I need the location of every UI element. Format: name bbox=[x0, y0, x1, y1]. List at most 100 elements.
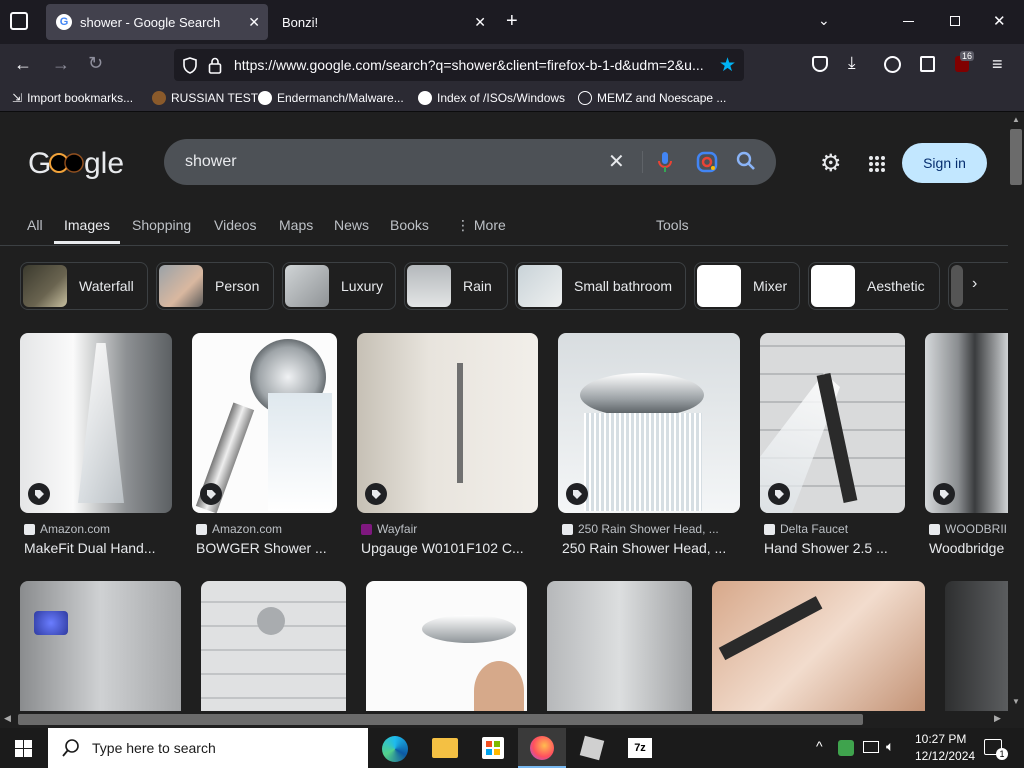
menu-icon[interactable]: ≡ bbox=[992, 54, 1003, 75]
search-box[interactable]: shower ✕ bbox=[164, 139, 776, 185]
edge-icon[interactable] bbox=[382, 736, 408, 762]
lock-icon[interactable] bbox=[208, 57, 222, 74]
scrollbar-thumb[interactable] bbox=[18, 714, 863, 725]
tab-maps[interactable]: Maps bbox=[279, 217, 313, 233]
7zip-icon[interactable]: 7z bbox=[628, 738, 652, 758]
result-title[interactable]: MakeFit Dual Hand... bbox=[24, 540, 172, 556]
chip-rain[interactable]: Rain bbox=[404, 262, 508, 310]
firefox-icon[interactable] bbox=[518, 728, 566, 768]
bookmark-russian-test[interactable]: RUSSIAN TEST bbox=[152, 91, 258, 105]
result-title[interactable]: BOWGER Shower ... bbox=[196, 540, 337, 556]
scroll-up-icon[interactable]: ▲ bbox=[1012, 115, 1020, 124]
bookmark-isos[interactable]: Index of /ISOs/Windows bbox=[418, 91, 565, 105]
network-icon[interactable] bbox=[863, 741, 879, 753]
chip-next-partial[interactable] bbox=[948, 262, 1008, 310]
chip-aesthetic[interactable]: Aesthetic bbox=[808, 262, 940, 310]
tab-overview-icon[interactable] bbox=[10, 12, 28, 30]
image-result[interactable]: Delta Faucet Hand Shower 2.5 ... bbox=[760, 333, 905, 559]
tray-app-icon[interactable] bbox=[838, 740, 854, 756]
result-image[interactable] bbox=[357, 333, 538, 513]
bookmark-star-icon[interactable]: ★ bbox=[719, 54, 736, 77]
bookmark-import[interactable]: ⇲ Import bookmarks... bbox=[12, 91, 133, 105]
store-icon[interactable] bbox=[482, 737, 504, 759]
account-icon[interactable] bbox=[884, 56, 901, 73]
image-result[interactable]: 250 Rain Shower Head, ... 250 Rain Showe… bbox=[558, 333, 740, 559]
show-hidden-icons-icon[interactable]: ^ bbox=[816, 738, 823, 754]
close-tab-icon[interactable]: ✕ bbox=[248, 14, 260, 31]
tab-videos[interactable]: Videos bbox=[214, 217, 257, 233]
pocket-icon[interactable] bbox=[812, 56, 828, 72]
result-image[interactable] bbox=[925, 333, 1008, 513]
bookmark-memz[interactable]: MEMZ and Noescape ... bbox=[578, 91, 726, 105]
lens-search-icon[interactable] bbox=[696, 151, 718, 173]
minimize-icon[interactable] bbox=[903, 21, 914, 22]
tab-images[interactable]: Images bbox=[64, 217, 110, 233]
image-result[interactable] bbox=[20, 581, 181, 711]
vertical-scrollbar[interactable]: ▲ ▼ bbox=[1008, 113, 1024, 711]
result-image[interactable] bbox=[20, 333, 172, 513]
chevron-right-icon[interactable]: › bbox=[972, 275, 977, 293]
tab-google-search[interactable]: G shower - Google Search ✕ bbox=[46, 4, 268, 40]
result-image[interactable] bbox=[192, 333, 337, 513]
tab-shopping[interactable]: Shopping bbox=[132, 217, 191, 233]
image-result[interactable]: Wayfair Upgauge W0101F102 C... bbox=[357, 333, 538, 559]
scroll-down-icon[interactable]: ▼ bbox=[1012, 697, 1020, 706]
clock-time[interactable]: 10:27 PM bbox=[915, 732, 966, 746]
reload-icon[interactable]: ↻ bbox=[88, 53, 103, 74]
image-result[interactable]: Amazon.com BOWGER Shower ... bbox=[192, 333, 337, 559]
new-tab-icon[interactable]: + bbox=[506, 10, 518, 33]
horizontal-scrollbar[interactable]: ◀ ▶ bbox=[0, 711, 1024, 728]
taskbar-search-box[interactable]: Type here to search bbox=[48, 728, 368, 768]
tab-bonzi[interactable]: Bonzi! ✕ bbox=[272, 4, 494, 40]
tab-all[interactable]: All bbox=[27, 217, 43, 233]
settings-gear-icon[interactable]: ⚙ bbox=[820, 149, 842, 178]
image-result[interactable]: WOODBRII Woodbridge bbox=[925, 333, 1008, 559]
search-input[interactable]: shower bbox=[185, 153, 237, 171]
result-image[interactable] bbox=[558, 333, 740, 513]
list-all-tabs-icon[interactable]: ⌄ bbox=[818, 12, 830, 29]
result-title[interactable]: Upgauge W0101F102 C... bbox=[361, 540, 538, 556]
image-result[interactable] bbox=[945, 581, 1008, 711]
apps-grid-icon[interactable] bbox=[868, 155, 886, 173]
scroll-right-icon[interactable]: ▶ bbox=[994, 713, 1001, 724]
forward-icon[interactable]: → bbox=[52, 54, 70, 75]
chip-person[interactable]: Person bbox=[156, 262, 274, 310]
image-result[interactable] bbox=[547, 581, 692, 711]
close-window-icon[interactable]: ✕ bbox=[993, 12, 1006, 30]
scrollbar-thumb[interactable] bbox=[1010, 129, 1022, 185]
result-title[interactable]: 250 Rain Shower Head, ... bbox=[562, 540, 740, 556]
result-title[interactable]: Woodbridge bbox=[929, 540, 1008, 556]
tab-more[interactable]: ⋮ More bbox=[456, 217, 506, 234]
tab-news[interactable]: News bbox=[334, 217, 369, 233]
tools-button[interactable]: Tools bbox=[656, 217, 689, 233]
volume-icon[interactable]: 🔈︎ bbox=[886, 738, 894, 755]
extensions-icon[interactable] bbox=[920, 56, 935, 72]
close-tab-icon[interactable]: ✕ bbox=[474, 14, 486, 31]
result-image[interactable] bbox=[760, 333, 905, 513]
windows-start-icon[interactable] bbox=[15, 740, 32, 757]
scroll-left-icon[interactable]: ◀ bbox=[4, 713, 11, 724]
image-result[interactable]: Amazon.com MakeFit Dual Hand... bbox=[20, 333, 172, 559]
chip-luxury[interactable]: Luxury bbox=[282, 262, 396, 310]
tab-books[interactable]: Books bbox=[390, 217, 429, 233]
result-title[interactable]: Hand Shower 2.5 ... bbox=[764, 540, 905, 556]
image-result[interactable] bbox=[201, 581, 346, 711]
url-bar[interactable]: https://www.google.com/search?q=shower&c… bbox=[174, 49, 744, 81]
chip-waterfall[interactable]: Waterfall bbox=[20, 262, 148, 310]
restore-icon[interactable] bbox=[950, 16, 960, 26]
clear-search-icon[interactable]: ✕ bbox=[608, 149, 625, 174]
roblox-icon[interactable] bbox=[579, 735, 605, 761]
downloads-icon[interactable]: ⤓ bbox=[848, 53, 856, 73]
google-doodle-logo[interactable]: G gle bbox=[28, 143, 124, 183]
image-result[interactable] bbox=[366, 581, 527, 711]
search-icon[interactable] bbox=[736, 151, 756, 171]
bookmark-endermanch[interactable]: Endermanch/Malware... bbox=[258, 91, 404, 105]
tracking-shield-icon[interactable] bbox=[182, 57, 198, 74]
clock-date[interactable]: 12/12/2024 bbox=[915, 749, 975, 763]
file-explorer-icon[interactable] bbox=[432, 738, 458, 758]
sign-in-button[interactable]: Sign in bbox=[902, 143, 987, 183]
chip-small-bathroom[interactable]: Small bathroom bbox=[515, 262, 686, 310]
voice-search-icon[interactable] bbox=[658, 151, 672, 173]
back-icon[interactable]: ← bbox=[14, 54, 32, 75]
image-result[interactable] bbox=[712, 581, 925, 711]
